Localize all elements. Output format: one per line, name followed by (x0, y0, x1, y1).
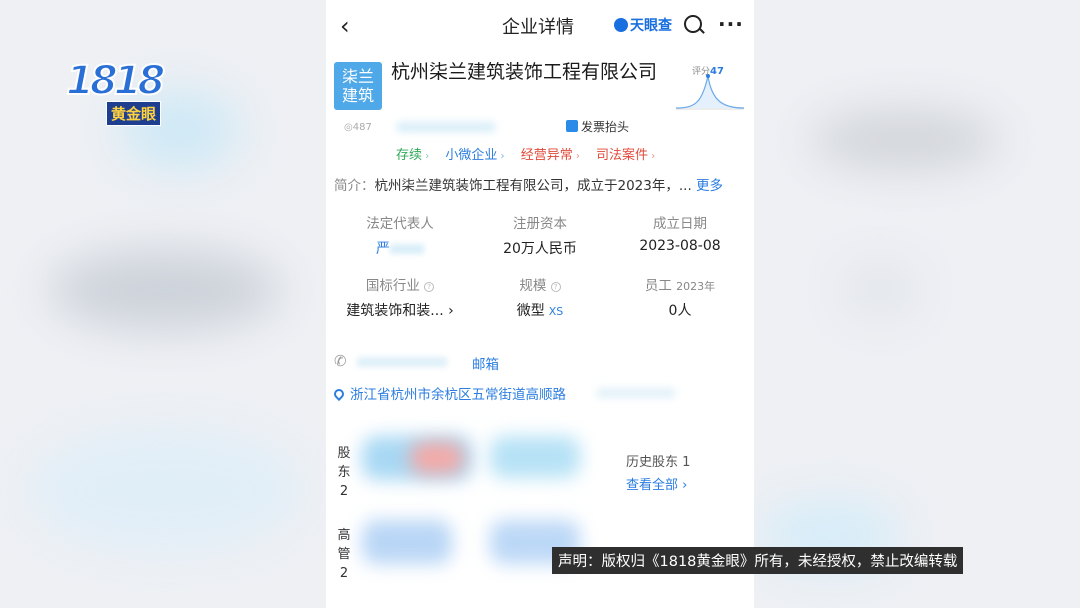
logo-name: 黄金眼 (106, 101, 162, 126)
help-icon[interactable]: ? (550, 282, 561, 292)
copyright-notice: 声明：版权归《1818黄金眼》所有，未经授权，禁止改编转载 (552, 547, 964, 574)
intro-label: 简介： (334, 178, 375, 194)
status-tags: 存续 小微企业 经营异常 司法案件 (396, 144, 667, 163)
capital-label: 注册资本 (513, 216, 567, 232)
staff-value: 0人 (668, 303, 692, 319)
scale-value-text: 微型 (516, 303, 545, 319)
legal-rep-cell[interactable]: 法定代表人 严 (330, 212, 470, 258)
view-all-link[interactable]: 查看全部 › (626, 474, 687, 493)
phone-row[interactable]: ✆ (334, 352, 447, 370)
staff-year: 2023年 (676, 280, 716, 293)
invoice-header-button[interactable]: 发票抬头 (566, 118, 629, 135)
score-value: 47 (710, 66, 724, 77)
tag-judicial-cases[interactable]: 司法案件 (596, 148, 655, 163)
label-char: 东 (337, 465, 351, 480)
staff-cell: 员工 2023年 0人 (610, 274, 750, 320)
bg-blur-2 (50, 250, 280, 330)
company-logo-line1: 柒兰 (341, 67, 374, 86)
invoice-label: 发票抬头 (581, 120, 630, 134)
label-char: 股 (337, 446, 351, 461)
founded-value: 2023-08-08 (639, 238, 721, 254)
intro-more-link[interactable]: 更多 (696, 178, 723, 194)
scale-tag: XS (548, 305, 564, 318)
scale-label-text: 规模 (519, 278, 547, 294)
brand-icon (614, 18, 628, 32)
scale-label: 规模 ? (470, 274, 610, 294)
founded-cell: 成立日期 2023-08-08 (610, 212, 750, 254)
brand-logo: 天眼查 (614, 15, 672, 35)
history-shareholders: 历史股东 1 (626, 455, 691, 470)
company-logo-line2: 建筑 (341, 86, 374, 105)
blurred-shareholder-1-badge (410, 442, 464, 474)
blurred-text (356, 357, 447, 367)
address-text: 浙江省杭州市余杭区五常街道高顺路 (350, 387, 566, 403)
staff-label-text: 员工 (644, 278, 672, 294)
shareholders-label: 股 东 2 (336, 444, 352, 501)
tag-business-abnormal[interactable]: 经营异常 (521, 148, 580, 163)
bg-blur-5 (840, 260, 920, 320)
legal-rep-label: 法定代表人 (366, 216, 434, 232)
nav-bar: ‹ 企业详情 天眼查 ··· (326, 0, 754, 50)
logo-number: 1818 (65, 57, 166, 105)
scale-value: 微型 XS (470, 300, 610, 320)
founded-label: 成立日期 (653, 216, 707, 232)
tv-station-logo: 1818 黄金眼 (65, 57, 166, 126)
score-chart[interactable]: 评分47 (674, 62, 746, 112)
email-link[interactable]: 邮箱 (472, 353, 499, 373)
company-detail-panel: ‹ 企业详情 天眼查 ··· 柒兰 建筑 杭州柒兰建筑装饰工程有限公司 评分47… (326, 0, 754, 608)
tag-enterprise-type[interactable]: 小微企业 (445, 148, 504, 163)
capital-value: 20万人民币 (503, 241, 577, 257)
score-label-text: 评分 (692, 67, 711, 77)
address-link[interactable]: 浙江省杭州市余杭区五常街道高顺路 (331, 383, 566, 403)
label-char: 2 (339, 484, 349, 499)
view-count: ◎487 (344, 122, 372, 133)
intro-text: 杭州柒兰建筑装饰工程有限公司，成立于2023年，... (374, 178, 692, 194)
phone-icon: ✆ (334, 352, 347, 370)
company-logo: 柒兰 建筑 (334, 62, 382, 110)
legal-rep-name: 严 (376, 241, 390, 257)
back-button[interactable]: ‹ (340, 12, 350, 40)
blurred-text (396, 122, 496, 132)
bg-blur-3 (30, 430, 300, 550)
executives-label: 高 管 2 (336, 526, 352, 583)
industry-value: 建筑装饰和装... › (346, 303, 454, 319)
location-pin-icon (331, 386, 347, 402)
blurred-executive-1 (362, 520, 452, 564)
industry-label: 国标行业 ? (330, 274, 470, 294)
label-char: 2 (339, 566, 349, 581)
scale-cell: 规模 ? 微型 XS (470, 274, 610, 320)
bg-blur-4 (810, 110, 1000, 170)
company-intro: 简介：杭州柒兰建筑装饰工程有限公司，成立于2023年，... 更多 (334, 174, 723, 194)
blurred-text (390, 244, 424, 254)
staff-label: 员工 2023年 (610, 274, 750, 294)
more-menu-button[interactable]: ··· (718, 12, 744, 36)
tag-status[interactable]: 存续 (396, 148, 429, 163)
blurred-text (596, 388, 676, 398)
legal-rep-value: 严 (330, 238, 470, 258)
label-char: 管 (337, 547, 351, 562)
label-char: 高 (337, 528, 351, 543)
capital-cell: 注册资本 20万人民币 (470, 212, 610, 258)
invoice-icon (566, 120, 578, 132)
page-title: 企业详情 (502, 17, 574, 38)
search-icon[interactable] (684, 15, 702, 33)
company-name: 杭州柒兰建筑装饰工程有限公司 (391, 61, 658, 83)
score-label: 评分47 (692, 64, 724, 77)
industry-label-text: 国标行业 (365, 278, 420, 294)
blurred-shareholder-2 (490, 436, 580, 478)
brand-name: 天眼查 (630, 18, 672, 34)
industry-cell[interactable]: 国标行业 ? 建筑装饰和装... › (330, 274, 470, 320)
help-icon[interactable]: ? (424, 282, 435, 292)
